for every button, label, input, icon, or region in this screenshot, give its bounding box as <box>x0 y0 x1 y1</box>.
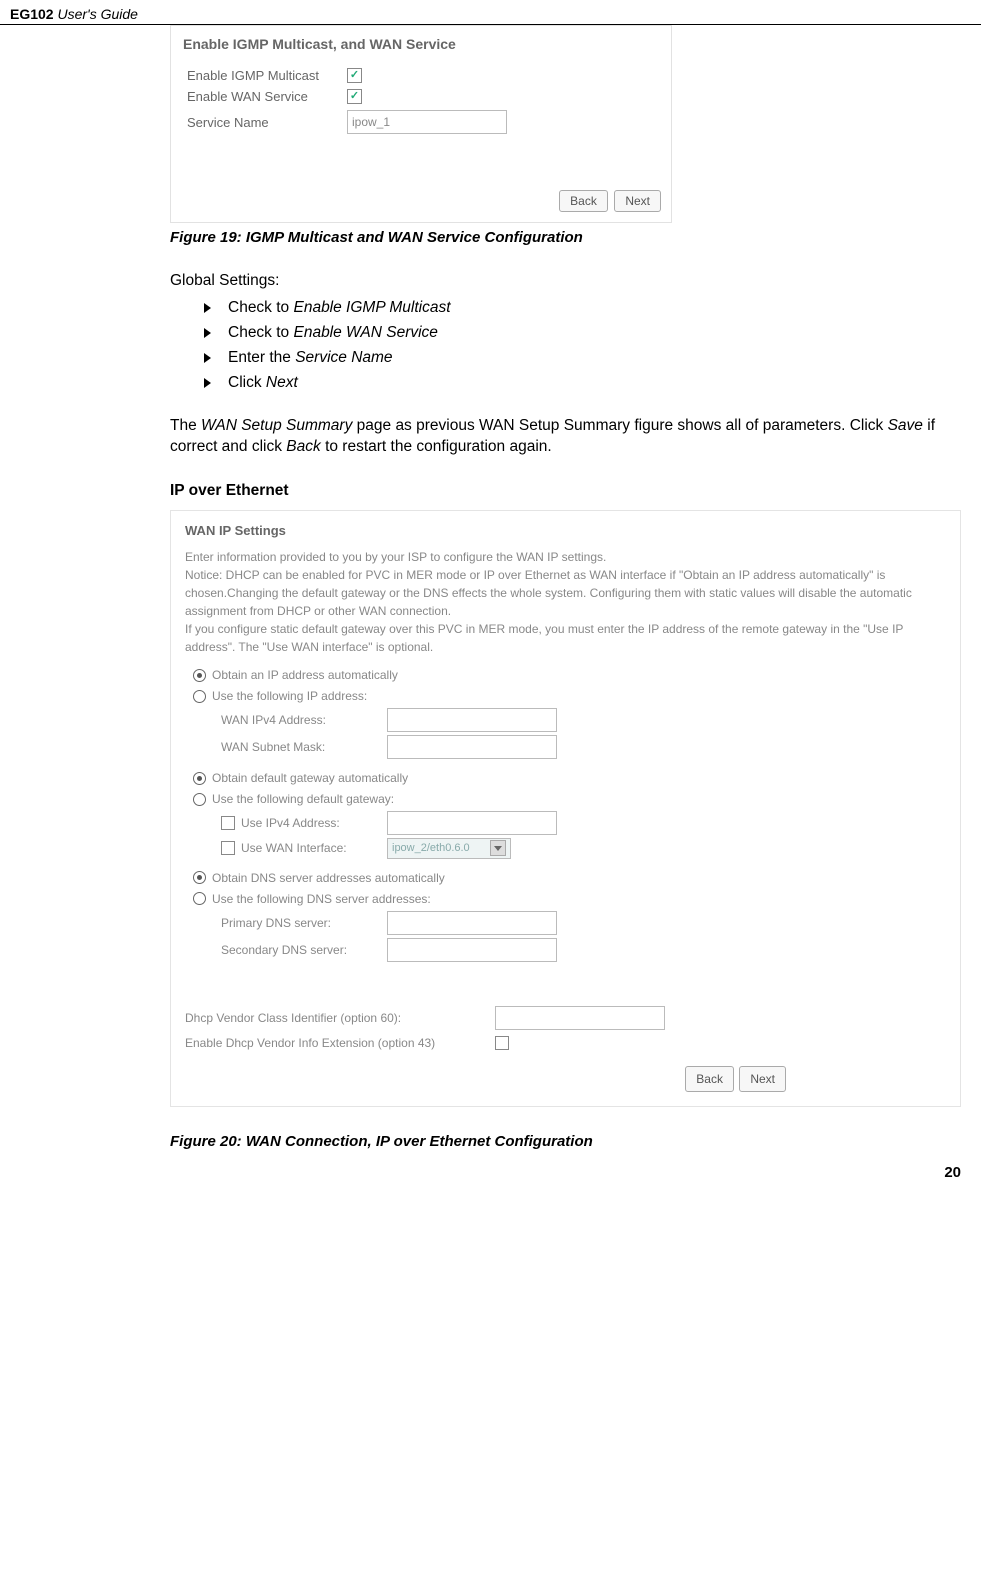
label-use-ipv4: Use IPv4 Address: <box>241 814 381 832</box>
radio-static-dns[interactable] <box>193 892 206 905</box>
select-wan-interface-value: ipow_2/eth0.6.0 <box>392 840 470 857</box>
label-vendor43: Enable Dhcp Vendor Info Extension (optio… <box>185 1034 495 1052</box>
list-item: Check to Enable IGMP Multicast <box>200 296 961 321</box>
global-settings-heading: Global Settings: <box>170 272 961 290</box>
doc-title: User's Guide <box>57 6 137 22</box>
input-secondary-dns[interactable] <box>387 938 557 962</box>
label-primary-dns: Primary DNS server: <box>221 914 381 932</box>
checkbox-use-ipv4[interactable] <box>221 816 235 830</box>
label-wan-service: Enable WAN Service <box>187 89 347 104</box>
summary-paragraph: The WAN Setup Summary page as previous W… <box>170 416 961 458</box>
label-wan-mask: WAN Subnet Mask: <box>221 738 381 756</box>
list-item: Enter the Service Name <box>200 346 961 371</box>
doc-header: EG102 User's Guide <box>0 0 981 25</box>
input-vendor60[interactable] <box>495 1006 665 1030</box>
label-auto-gw: Obtain default gateway automatically <box>212 769 408 787</box>
checkbox-vendor43[interactable] <box>495 1036 509 1050</box>
chevron-down-icon <box>490 840 506 856</box>
back-button[interactable]: Back <box>559 190 608 212</box>
label-service-name: Service Name <box>187 115 347 130</box>
select-wan-interface[interactable]: ipow_2/eth0.6.0 <box>387 838 511 859</box>
label-static-ip: Use the following IP address: <box>212 687 367 705</box>
radio-static-gw[interactable] <box>193 793 206 806</box>
label-use-wanif: Use WAN Interface: <box>241 839 381 857</box>
input-primary-dns[interactable] <box>387 911 557 935</box>
checkbox-wan-service[interactable] <box>347 89 362 104</box>
page-number: 20 <box>0 1160 981 1187</box>
wan-intro1: Enter information provided to you by you… <box>185 548 946 566</box>
label-igmp: Enable IGMP Multicast <box>187 68 347 83</box>
next-button[interactable]: Next <box>614 190 661 212</box>
wan-back-button[interactable]: Back <box>685 1066 734 1092</box>
igmp-wan-panel: Enable IGMP Multicast, and WAN Service E… <box>170 25 672 223</box>
label-static-gw: Use the following default gateway: <box>212 790 394 808</box>
list-item: Check to Enable WAN Service <box>200 321 961 346</box>
label-wan-ipv4: WAN IPv4 Address: <box>221 711 381 729</box>
label-auto-ip: Obtain an IP address automatically <box>212 666 398 684</box>
wan-ip-settings-panel: WAN IP Settings Enter information provid… <box>170 510 961 1107</box>
input-service-name[interactable] <box>347 110 507 134</box>
figure19-caption: Figure 19: IGMP Multicast and WAN Servic… <box>170 229 961 246</box>
radio-auto-gw[interactable] <box>193 772 206 785</box>
wan-next-button[interactable]: Next <box>739 1066 786 1092</box>
label-static-dns: Use the following DNS server addresses: <box>212 890 431 908</box>
figure20-caption: Figure 20: WAN Connection, IP over Ether… <box>170 1133 961 1150</box>
panel-title: Enable IGMP Multicast, and WAN Service <box>171 26 671 58</box>
radio-auto-ip[interactable] <box>193 669 206 682</box>
label-vendor60: Dhcp Vendor Class Identifier (option 60)… <box>185 1009 495 1027</box>
product-name: EG102 <box>10 6 54 22</box>
radio-static-ip[interactable] <box>193 690 206 703</box>
label-auto-dns: Obtain DNS server addresses automaticall… <box>212 869 445 887</box>
input-wan-mask[interactable] <box>387 735 557 759</box>
input-wan-ipv4[interactable] <box>387 708 557 732</box>
wan-heading: WAN IP Settings <box>185 521 946 541</box>
label-secondary-dns: Secondary DNS server: <box>221 941 381 959</box>
wan-intro3: If you configure static default gateway … <box>185 620 946 656</box>
bullet-list: Check to Enable IGMP Multicast Check to … <box>170 296 961 396</box>
checkbox-use-wanif[interactable] <box>221 841 235 855</box>
wan-intro2: Notice: DHCP can be enabled for PVC in M… <box>185 566 946 620</box>
list-item: Click Next <box>200 371 961 396</box>
input-use-ipv4[interactable] <box>387 811 557 835</box>
ip-over-ethernet-heading: IP over Ethernet <box>170 482 961 500</box>
checkbox-igmp[interactable] <box>347 68 362 83</box>
radio-auto-dns[interactable] <box>193 871 206 884</box>
